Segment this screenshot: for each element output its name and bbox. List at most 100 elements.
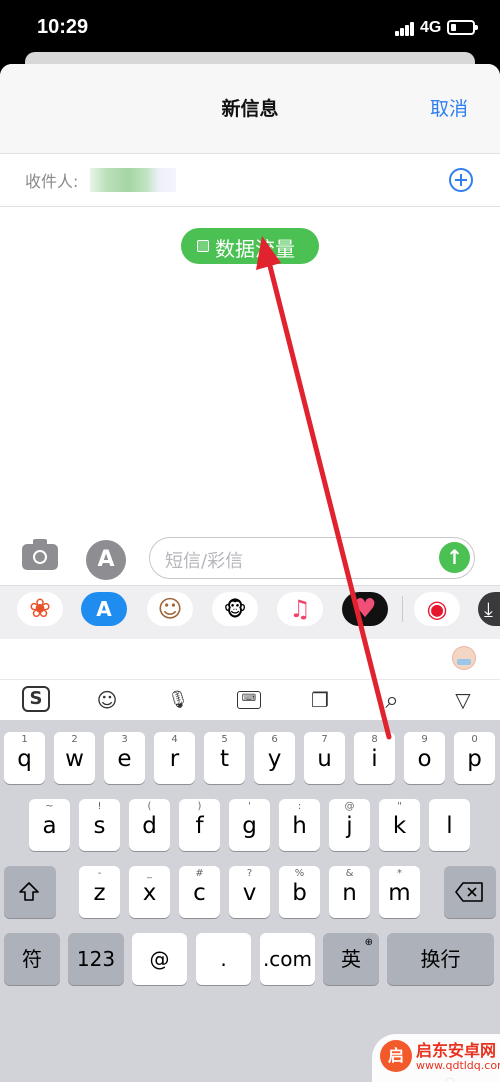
key-label: a <box>42 813 57 839</box>
key-label: v <box>242 880 257 906</box>
language-key[interactable]: 英 ⊕ <box>323 933 379 985</box>
key-r[interactable]: 4r <box>154 732 195 784</box>
key-dot[interactable]: . <box>196 933 251 985</box>
sim-icon <box>197 240 209 252</box>
key-w[interactable]: 2w <box>54 732 95 784</box>
key-label: x <box>142 880 157 906</box>
delete-key[interactable] <box>444 866 496 918</box>
key-n[interactable]: & n <box>329 866 370 918</box>
key-k[interactable]: " k <box>379 799 420 851</box>
recipient-row[interactable]: 收件人: <box>0 154 500 207</box>
clipboard-icon[interactable]: ❐ <box>305 686 335 714</box>
key-label: 换行 <box>420 947 461 971</box>
key-label: f <box>195 813 204 839</box>
keyboard-switch-icon[interactable]: ⌨ <box>237 691 261 709</box>
imessage-app-strip: ❀ A ☺ 🐵 ♫ ♥ ◉ ⤓ <box>0 585 500 639</box>
key-v[interactable]: ? v <box>229 866 270 918</box>
heart-icon: ♥ <box>353 594 377 624</box>
app-music[interactable]: ♫ <box>277 592 323 626</box>
weibo-icon: ◉ <box>426 595 448 623</box>
app-store[interactable]: A <box>81 592 127 626</box>
recipient-value-redacted[interactable] <box>90 168 176 192</box>
key-s[interactable]: ! s <box>79 799 120 851</box>
ime-avatar-icon[interactable] <box>452 646 476 670</box>
key-u[interactable]: 7u <box>304 732 345 784</box>
key-label: . <box>220 947 227 971</box>
key-label: d <box>142 813 157 839</box>
app-strip-divider <box>402 596 403 622</box>
voice-input-icon[interactable]: 🎙 <box>163 686 193 714</box>
add-contact-icon[interactable] <box>449 168 473 192</box>
key-a[interactable]: ~ a <box>29 799 70 851</box>
sogou-logo-icon[interactable]: S <box>22 686 50 712</box>
key-label: 123 <box>76 947 116 971</box>
key-label: e <box>117 746 132 772</box>
app-animoji[interactable]: 🐵 <box>212 592 258 626</box>
key-h[interactable]: :h <box>279 799 320 851</box>
key-dotcom[interactable]: .com <box>260 933 315 985</box>
key-x[interactable]: _ x <box>129 866 170 918</box>
key-e[interactable]: 3e <box>104 732 145 784</box>
key-q[interactable]: 1q <box>4 732 45 784</box>
cancel-button[interactable]: 取消 <box>430 94 468 121</box>
watermark-logo-icon: 启 <box>380 1040 412 1072</box>
message-placeholder: 短信/彩信 <box>165 551 244 572</box>
app-photos[interactable]: ❀ <box>17 592 63 626</box>
key-label: q <box>17 746 32 772</box>
battery-icon <box>447 20 478 35</box>
ime-suggestion-bar <box>0 639 500 679</box>
recipient-label: 收件人: <box>25 172 79 191</box>
key-b[interactable]: % b <box>279 866 320 918</box>
key-f[interactable]: ) f <box>179 799 220 851</box>
key-c[interactable]: # c <box>179 866 220 918</box>
camera-icon[interactable] <box>22 539 58 570</box>
key-label: g <box>242 813 257 839</box>
message-input[interactable]: 短信/彩信 ↑ <box>149 537 475 579</box>
return-key[interactable]: 换行 <box>387 933 494 985</box>
network-label: 4G <box>420 19 442 36</box>
key-y[interactable]: 6y <box>254 732 295 784</box>
app-more[interactable]: ⤓ <box>478 592 500 626</box>
app-weibo[interactable]: ◉ <box>414 592 460 626</box>
key-label: h <box>292 813 307 839</box>
key-d[interactable]: (d <box>129 799 170 851</box>
app-memoji[interactable]: ☺ <box>147 592 193 626</box>
shift-icon <box>19 882 39 901</box>
key-label: z <box>93 880 106 906</box>
key-label: .com <box>262 947 313 971</box>
key-j[interactable]: @ j <box>329 799 370 851</box>
key-label: p <box>467 746 482 772</box>
collapse-keyboard-icon[interactable]: ▽ <box>448 686 478 714</box>
new-message-sheet: 新信息 取消 收件人: 数据流量 A 短信/彩信 ↑ ❀ A ☺ 🐵 ♫ ♥ ◉… <box>0 64 500 1082</box>
key-label: y <box>267 746 282 772</box>
message-chip[interactable]: 数据流量 <box>181 228 319 264</box>
shift-key[interactable] <box>4 866 56 918</box>
app-digital-touch[interactable]: ♥ <box>342 592 388 626</box>
key-p[interactable]: 0p <box>454 732 495 784</box>
key-m[interactable]: * m <box>379 866 420 918</box>
monkey-icon: 🐵 <box>223 597 247 621</box>
nav-bar: 新信息 取消 <box>0 64 500 154</box>
key-label: @ <box>149 947 170 971</box>
send-arrow-icon[interactable]: ↑ <box>439 542 470 573</box>
key-g[interactable]: ' g <box>229 799 270 851</box>
key-z[interactable]: -z <box>79 866 120 918</box>
emoji-icon[interactable]: ☺ <box>92 686 122 714</box>
key-label: 符 <box>22 947 42 971</box>
more-app-icon: ⤓ <box>484 597 493 621</box>
photos-icon: ❀ <box>29 594 51 624</box>
key-label: m <box>388 880 411 906</box>
key-l[interactable]: l <box>429 799 470 851</box>
key-t[interactable]: 5t <box>204 732 245 784</box>
key-o[interactable]: 9o <box>404 732 445 784</box>
key-label: i <box>371 746 378 772</box>
key-label: k <box>392 813 407 839</box>
numbers-key[interactable]: 123 <box>68 933 124 985</box>
key-label: w <box>65 746 84 772</box>
key-i[interactable]: 8i <box>354 732 395 784</box>
keyboard: 1q 2w 3e 4r 5t 6y 7u 8i 9o 0p ~ a ! s (d )… <box>0 720 500 1082</box>
key-at[interactable]: @ <box>132 933 187 985</box>
symbols-key[interactable]: 符 <box>4 933 60 985</box>
appstore-icon[interactable]: A <box>86 540 126 580</box>
search-icon[interactable]: ⌕ <box>377 686 407 714</box>
